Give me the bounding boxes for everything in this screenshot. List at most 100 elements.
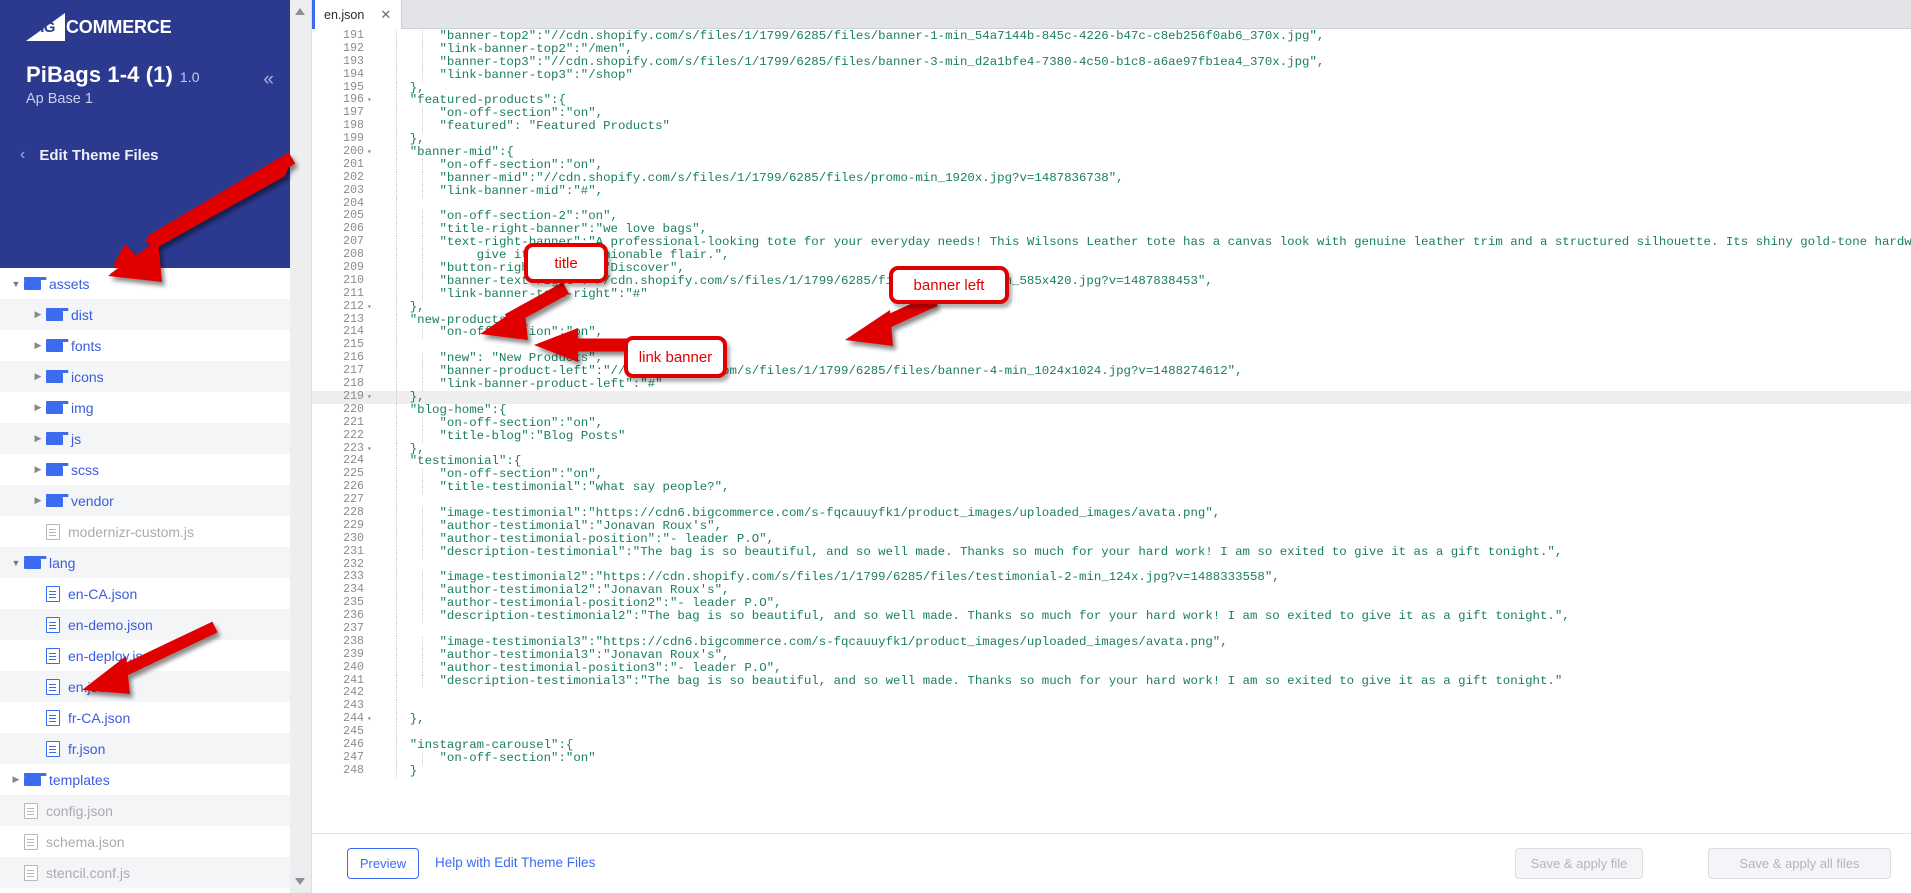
code-line[interactable]: 229 "author-testimonial":"Jonavan Roux's…: [312, 518, 1911, 533]
chevron-right-icon[interactable]: ▶: [30, 309, 46, 320]
code-line[interactable]: 246 "instagram-carousel":{: [312, 737, 1911, 752]
code-line[interactable]: 226 "title-testimonial":"what say people…: [312, 480, 1911, 495]
theme-name-text: PiBags 1-4 (1): [26, 62, 173, 87]
editor-tab-en-json[interactable]: en.json ✕: [312, 0, 403, 29]
code-line[interactable]: 193 "banner-top3":"//cdn.shopify.com/s/f…: [312, 55, 1911, 69]
editor-scroll-rail[interactable]: [290, 0, 312, 893]
code-line[interactable]: 238 "image-testimonial3":"https://cdn6.b…: [312, 635, 1911, 649]
code-area[interactable]: 191 "banner-top2":"//cdn.shopify.com/s/f…: [312, 30, 1911, 833]
code-line[interactable]: 202 "banner-mid":"//cdn.shopify.com/s/fi…: [312, 171, 1911, 185]
code-line[interactable]: 212 ▾ },: [312, 300, 1911, 314]
scroll-up-icon[interactable]: [295, 8, 305, 15]
code-text: "link-banner-top2":"/men",: [380, 41, 633, 56]
preview-button[interactable]: Preview: [347, 848, 419, 879]
sidebar: BIG COMMERCE PiBags 1-4 (1) 1.0 Ap Base 1…: [0, 0, 290, 893]
code-line[interactable]: 230 "author-testimonial-position":"- lea…: [312, 531, 1911, 546]
code-line[interactable]: 243: [312, 699, 1911, 714]
chevron-right-icon[interactable]: ▶: [30, 371, 46, 382]
chevron-left-icon: ‹: [20, 146, 26, 163]
code-line[interactable]: 239 "author-testimonial3":"Jonavan Roux'…: [312, 648, 1911, 662]
code-text: "link-banner-top3":"/shop": [380, 67, 633, 82]
tree-item-label: schema.json: [46, 833, 125, 850]
code-line[interactable]: 218 "link-banner-product-left":"#": [312, 377, 1911, 391]
chevron-down-icon[interactable]: ▼: [8, 558, 24, 568]
code-line[interactable]: 219 ▾ },: [312, 390, 1911, 404]
file-icon: [46, 616, 60, 633]
code-line[interactable]: 247 "on-off-section":"on": [312, 750, 1911, 765]
code-line[interactable]: 241 "description-testimonial3":"The bag …: [312, 674, 1911, 688]
code-line[interactable]: 199 },: [312, 132, 1911, 147]
code-line[interactable]: 228 "image-testimonial":"https://cdn6.bi…: [312, 506, 1911, 520]
save-apply-all-files-button[interactable]: Save & apply all files: [1708, 848, 1891, 879]
line-number: 200: [343, 145, 364, 159]
tree-item-label: vendor: [71, 492, 114, 509]
tree-folder-dist[interactable]: ▶ dist: [0, 299, 290, 330]
file-tree[interactable]: ▼ assets ▶ dist ▶ fonts ▶ icons ▶ img ▶ js ▶ scss ▶ ven…: [0, 268, 290, 893]
tree-folder-vendor[interactable]: ▶ vendor: [0, 485, 290, 516]
code-line[interactable]: 223 ▾ },: [312, 442, 1911, 456]
chevron-down-icon[interactable]: ▼: [8, 279, 24, 289]
chevron-double-left-icon[interactable]: «: [263, 70, 274, 89]
tree-file-en-demo-json[interactable]: en-demo.json: [0, 609, 290, 640]
callout-title: title: [524, 243, 608, 283]
chevron-right-icon[interactable]: ▶: [30, 464, 46, 475]
bigcommerce-logo-mark: BIG: [26, 13, 65, 41]
code-line[interactable]: 240 "author-testimonial-position3":"- le…: [312, 661, 1911, 675]
line-number: 229: [343, 518, 364, 532]
tree-folder-scss[interactable]: ▶ scss: [0, 454, 290, 485]
chevron-right-icon[interactable]: ▶: [30, 402, 46, 413]
code-line[interactable]: 192 "link-banner-top2":"/men",: [312, 41, 1911, 56]
help-link[interactable]: Help with Edit Theme Files: [435, 855, 595, 870]
code-text: "instagram-carousel":{: [380, 737, 574, 752]
code-line[interactable]: 198 "featured": "Featured Products": [312, 119, 1911, 134]
save-apply-file-button[interactable]: Save & apply file: [1515, 848, 1643, 879]
code-line[interactable]: 236 "description-testimonial2":"The bag …: [312, 609, 1911, 623]
indent-guide: [396, 687, 397, 701]
tree-folder-fonts[interactable]: ▶ fonts: [0, 330, 290, 361]
folder-icon: [24, 773, 47, 786]
tree-folder-templates[interactable]: ▶ templates: [0, 764, 290, 795]
chevron-right-icon[interactable]: ▶: [8, 774, 24, 785]
line-number: 221: [343, 415, 364, 429]
code-line[interactable]: 211 "link-banner-text-right":"#": [312, 287, 1911, 301]
tree-file-en-deploy-json[interactable]: en-deploy.json: [0, 640, 290, 671]
tab-label: en.json: [324, 7, 365, 22]
code-line[interactable]: 214 "on-off-section":"on",: [312, 326, 1911, 340]
folder-icon: [46, 401, 69, 414]
tree-file-config-json: config.json: [0, 795, 290, 826]
code-line[interactable]: 237: [312, 622, 1911, 636]
tree-folder-assets[interactable]: ▼ assets: [0, 268, 290, 299]
code-text: "author-testimonial-position":"- leader …: [380, 531, 775, 546]
code-line[interactable]: 201 "on-off-section":"on",: [312, 158, 1911, 172]
scroll-down-icon[interactable]: [295, 878, 305, 885]
code-line[interactable]: 231 "description-testimonial":"The bag i…: [312, 545, 1911, 559]
chevron-right-icon[interactable]: ▶: [30, 433, 46, 444]
chevron-right-icon[interactable]: ▶: [30, 340, 46, 351]
edit-theme-files-nav[interactable]: ‹ Edit Theme Files: [20, 146, 159, 164]
code-line[interactable]: 200 ▾ "banner-mid":{: [312, 145, 1911, 159]
tree-folder-js[interactable]: ▶ js: [0, 423, 290, 454]
line-number: 191: [343, 30, 364, 42]
theme-name: PiBags 1-4 (1) 1.0: [26, 62, 200, 88]
code-line[interactable]: 244 ▾ },: [312, 712, 1911, 727]
tree-folder-icons[interactable]: ▶ icons: [0, 361, 290, 392]
tree-folder-lang[interactable]: ▼ lang: [0, 547, 290, 578]
code-line[interactable]: 222 "title-blog":"Blog Posts": [312, 429, 1911, 443]
tree-file-fr-json[interactable]: fr.json: [0, 733, 290, 764]
code-line[interactable]: 221 "on-off-section":"on",: [312, 415, 1911, 430]
code-line[interactable]: 203 "link-banner-mid":"#",: [312, 184, 1911, 198]
tree-file-fr-ca-json[interactable]: fr-CA.json: [0, 702, 290, 733]
line-number: 247: [343, 750, 364, 764]
code-line[interactable]: 191 "banner-top2":"//cdn.shopify.com/s/f…: [312, 30, 1911, 43]
tree-item-label: img: [71, 399, 94, 416]
close-icon[interactable]: ✕: [380, 7, 391, 23]
code-text: "banner-top2":"//cdn.shopify.com/s/files…: [380, 30, 1325, 43]
tree-file-en-json[interactable]: en.json: [0, 671, 290, 702]
code-line[interactable]: 220 "blog-home":{: [312, 403, 1911, 417]
chevron-right-icon[interactable]: ▶: [30, 495, 46, 506]
tree-folder-img[interactable]: ▶ img: [0, 392, 290, 423]
tree-file-en-ca-json[interactable]: en-CA.json: [0, 578, 290, 609]
code-line[interactable]: 242: [312, 687, 1911, 701]
code-line[interactable]: 194 "link-banner-top3":"/shop": [312, 67, 1911, 82]
code-line[interactable]: 248 }: [312, 764, 1911, 778]
